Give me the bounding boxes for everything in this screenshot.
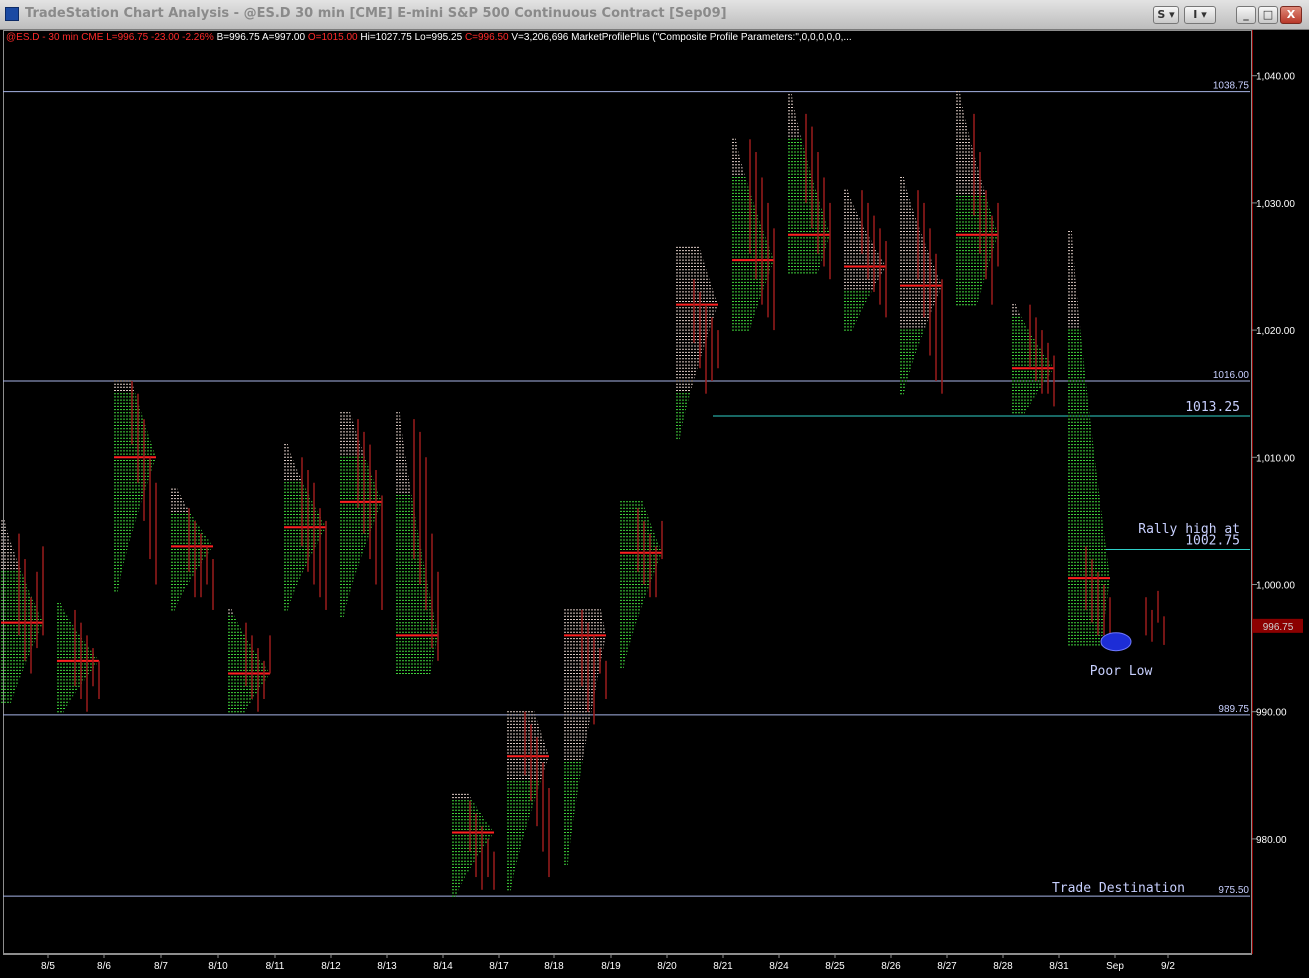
price-level-label: 1016.00 <box>1213 370 1250 381</box>
annotation-poor-low: Poor Low <box>1090 664 1153 679</box>
x-tick-label: 8/11 <box>266 961 285 972</box>
x-tick-label: 8/18 <box>544 961 564 972</box>
annotation-trade-destination: Trade Destination <box>1052 881 1185 896</box>
x-tick-label: 8/24 <box>769 961 789 972</box>
x-tick-label: 8/12 <box>321 961 341 972</box>
x-tick-label: 8/14 <box>433 961 453 972</box>
y-tick-label: 980.00 <box>1256 835 1287 846</box>
price-level-label: 989.75 <box>1218 704 1249 715</box>
annotation-rally-high: Rally high at <box>1138 522 1240 537</box>
x-tick-label: 8/7 <box>154 961 168 972</box>
x-tick-label: 8/17 <box>489 961 509 972</box>
y-tick-label: 1,000.00 <box>1256 581 1295 592</box>
x-tick-label: 8/20 <box>657 961 677 972</box>
y-tick-label: 990.00 <box>1256 708 1287 719</box>
x-tick-label: Sep <box>1106 961 1124 972</box>
x-tick-label: 8/10 <box>208 961 228 972</box>
y-tick-label: 1,020.00 <box>1256 326 1295 337</box>
y-tick-label: 1,030.00 <box>1256 199 1295 210</box>
x-tick-label: 8/31 <box>1049 961 1069 972</box>
x-tick-label: 8/25 <box>825 961 845 972</box>
x-tick-label: 9/2 <box>1161 961 1175 972</box>
x-tick-label: 8/5 <box>41 961 55 972</box>
x-tick-label: 8/27 <box>937 961 957 972</box>
price-level-label: 1013.25 <box>1185 400 1240 415</box>
last-price-label: 996.75 <box>1263 622 1294 633</box>
y-tick-label: 1,040.00 <box>1256 72 1295 83</box>
x-tick-label: 8/26 <box>881 961 901 972</box>
price-level-label: 1038.75 <box>1213 81 1250 92</box>
market-profile-chart: 980.00 990.00 1,000.00 1,010.00 1,020.00 1,03… <box>1 72 1303 972</box>
price-level-label: 975.50 <box>1218 885 1249 896</box>
poor-low-circle <box>1100 632 1132 652</box>
x-tick-label: 8/13 <box>377 961 397 972</box>
x-tick-label: 8/28 <box>993 961 1013 972</box>
x-tick-label: 8/21 <box>713 961 733 972</box>
x-tick-label: 8/6 <box>97 961 111 972</box>
y-tick-label: 1,010.00 <box>1256 453 1295 464</box>
x-tick-label: 8/19 <box>601 961 621 972</box>
